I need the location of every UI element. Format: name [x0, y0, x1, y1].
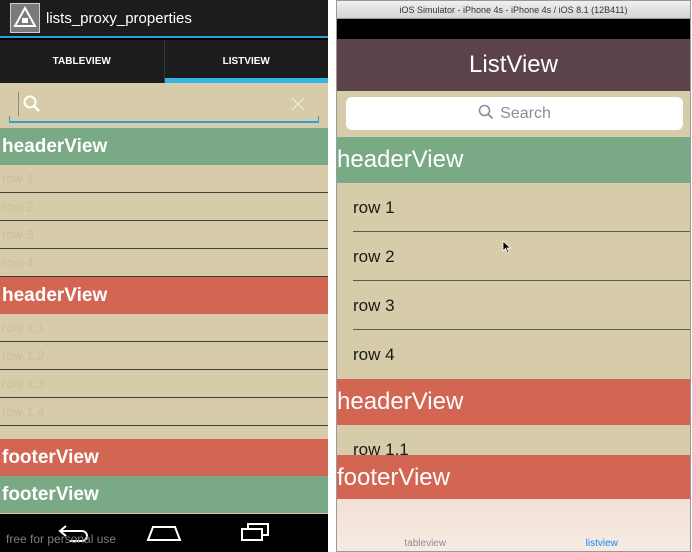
list-item[interactable]: row 3 [0, 221, 328, 249]
mouse-pointer-icon [502, 239, 512, 258]
list-item[interactable]: row 2 [0, 193, 328, 221]
ios-nav-bar: ListView [337, 39, 690, 91]
tab-tableview[interactable]: tableview [337, 499, 514, 551]
nav-title: ListView [469, 51, 558, 78]
ios-simulator-window: iOS Simulator - iPhone 4s - iPhone 4s / … [336, 0, 691, 552]
app-title: lists_proxy_properties [46, 9, 192, 27]
list-item[interactable]: row 4 [337, 330, 690, 379]
list-item[interactable]: row 1 [337, 183, 690, 232]
list-item-partial: row 1.1 [337, 425, 690, 455]
list-item[interactable]: row 1.2 [0, 342, 328, 370]
section-header: headerView [0, 277, 328, 314]
clear-search-icon[interactable] [290, 96, 306, 116]
list-spacer [0, 426, 328, 439]
list-item[interactable]: row 1.1 [337, 425, 690, 455]
tab-tableview[interactable]: TABLEVIEW [0, 40, 164, 83]
android-list[interactable]: headerView row 1 row 2 row 3 row 4 heade… [0, 83, 328, 514]
list-item[interactable]: row 1.1 [0, 314, 328, 342]
recents-icon[interactable] [238, 522, 272, 546]
section-header: headerView [0, 128, 328, 165]
search-icon [22, 94, 42, 118]
section-header: headerView [337, 379, 690, 425]
tab-listview[interactable]: listview [514, 499, 691, 551]
android-screen: lists_proxy_properties TABLEVIEW LISTVIE… [0, 0, 328, 552]
tab-listview[interactable]: LISTVIEW [163, 40, 329, 83]
home-icon[interactable] [146, 524, 182, 546]
section-footer: footerView [0, 476, 328, 513]
tab-label: listview [585, 538, 618, 549]
screenshot-root: lists_proxy_properties TABLEVIEW LISTVIE… [0, 0, 692, 552]
search-placeholder: Search [500, 104, 551, 122]
ios-tab-bar: tableview listview [337, 499, 691, 551]
android-tab-bar: TABLEVIEW LISTVIEW [0, 40, 328, 83]
android-search-bar[interactable] [0, 83, 328, 128]
list-item[interactable]: row 1 [0, 165, 328, 193]
watermark-text: free for personal use [6, 532, 117, 546]
app-logo-icon[interactable] [10, 3, 40, 33]
search-input[interactable] [9, 116, 319, 123]
section-footer: footerView [337, 455, 690, 499]
search-icon [478, 104, 494, 124]
list-item[interactable]: row 3 [337, 281, 690, 330]
list-item[interactable]: row 2 [337, 232, 690, 281]
window-title: iOS Simulator - iPhone 4s - iPhone 4s / … [399, 4, 628, 15]
section-header: headerView [337, 137, 690, 183]
ios-search-bar: Search [337, 91, 690, 137]
ios-status-bar [337, 19, 690, 39]
tab-label: tableview [404, 538, 447, 549]
search-input[interactable]: Search [346, 97, 683, 130]
list-item[interactable]: row 1.4 [0, 398, 328, 426]
android-nav-bar: free for personal use [0, 514, 328, 552]
ios-list[interactable]: headerView row 1 row 2 row 3 row 4 heade… [337, 137, 690, 499]
simulator-title-bar[interactable]: iOS Simulator - iPhone 4s - iPhone 4s / … [337, 1, 690, 19]
text-cursor [18, 92, 19, 116]
android-action-bar: lists_proxy_properties [0, 0, 328, 38]
list-item[interactable]: row 1.3 [0, 370, 328, 398]
list-item[interactable]: row 4 [0, 249, 328, 277]
section-footer: footerView [0, 439, 328, 476]
